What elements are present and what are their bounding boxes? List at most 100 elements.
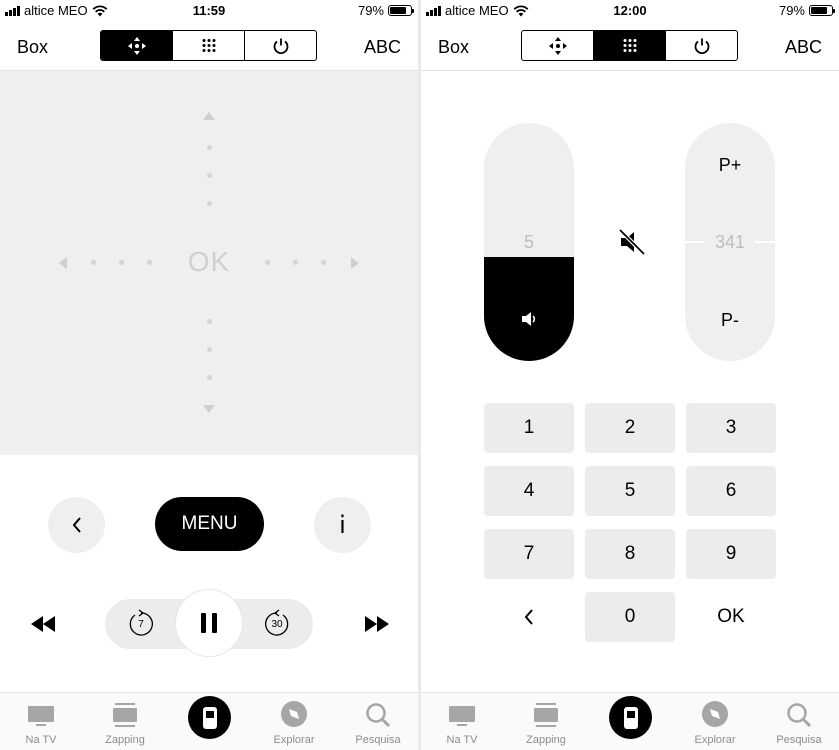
box-button[interactable]: Box — [17, 37, 48, 58]
tv-icon — [28, 706, 54, 726]
move-arrows-icon — [127, 36, 146, 55]
volume-down-button[interactable] — [484, 257, 574, 361]
remote-icon — [623, 706, 638, 729]
tab-label: Zapping — [105, 734, 145, 746]
battery-percent: 79% — [357, 3, 384, 18]
channel-divider-right — [755, 241, 775, 243]
battery-icon — [388, 5, 414, 16]
skip-forward-button[interactable]: 30 — [262, 609, 292, 639]
status-bar: altice MEO 11:59 79% — [0, 0, 418, 22]
key-ok[interactable]: OK — [686, 592, 776, 642]
remote-icon — [202, 706, 217, 729]
battery-status: 79% — [778, 3, 835, 18]
mute-button[interactable] — [617, 227, 647, 257]
info-label: i — [339, 511, 346, 539]
tab-remote[interactable] — [188, 696, 231, 739]
pause-button[interactable] — [175, 589, 243, 657]
compass-icon — [281, 701, 307, 727]
tab-na-tv[interactable]: Na TV — [427, 693, 497, 750]
key-6[interactable]: 6 — [686, 466, 776, 516]
tab-label: Na TV — [446, 734, 478, 746]
guide-dot — [207, 347, 212, 352]
back-button[interactable] — [48, 497, 105, 553]
tab-pesquisa[interactable]: Pesquisa — [764, 693, 834, 750]
chevron-left-icon — [524, 609, 533, 625]
key-1[interactable]: 1 — [484, 403, 574, 453]
mode-power-tab[interactable] — [666, 31, 737, 60]
tab-label: Explorar — [273, 734, 315, 746]
key-2[interactable]: 2 — [585, 403, 675, 453]
top-nav: Box ABC — [421, 22, 839, 71]
guide-dot — [207, 201, 212, 206]
guide-dot — [207, 375, 212, 380]
top-nav: Box ABC — [0, 22, 418, 71]
speaker-icon — [522, 312, 536, 326]
mute-icon — [618, 228, 646, 256]
move-arrows-icon — [548, 36, 567, 55]
keypad-grid-icon — [202, 38, 215, 54]
search-icon — [366, 703, 391, 728]
key-3[interactable]: 3 — [686, 403, 776, 453]
key-back[interactable] — [484, 592, 574, 642]
touchpad-ok-label: OK — [187, 246, 231, 277]
arrow-down-icon — [203, 405, 215, 413]
status-bar: altice MEO 12:00 79% — [421, 0, 839, 22]
tab-label: Pesquisa — [776, 734, 822, 746]
power-icon — [694, 38, 709, 54]
key-9[interactable]: 9 — [686, 529, 776, 579]
tab-explorar[interactable]: Explorar — [680, 693, 750, 750]
search-icon — [787, 703, 812, 728]
info-button[interactable]: i — [314, 497, 371, 553]
guide-dot — [207, 173, 212, 178]
tv-icon — [449, 706, 475, 726]
rewind-icon — [31, 616, 55, 632]
key-0[interactable]: 0 — [585, 592, 675, 642]
touchpad[interactable]: OK — [0, 71, 418, 455]
key-7[interactable]: 7 — [484, 529, 574, 579]
clock: 11:59 — [192, 3, 226, 18]
volume-control[interactable]: 5 — [484, 123, 574, 361]
zapping-icon — [113, 703, 137, 727]
channel-up-button[interactable]: P+ — [685, 155, 775, 176]
channel-down-button[interactable]: P- — [685, 310, 775, 331]
arrow-up-icon — [203, 112, 215, 120]
fast-forward-button[interactable] — [362, 612, 392, 636]
mode-power-tab[interactable] — [245, 31, 316, 60]
battery-percent: 79% — [778, 3, 805, 18]
tab-explorar[interactable]: Explorar — [259, 693, 329, 750]
tab-zapping[interactable]: Zapping — [511, 693, 581, 750]
remote-mode-selector — [521, 30, 738, 61]
remote-keypad-screen: altice MEO 12:00 79% Box ABC 5 P+ 341 P-… — [421, 0, 839, 750]
mode-navigation-tab[interactable] — [522, 31, 594, 60]
battery-status: 79% — [357, 3, 414, 18]
tab-na-tv[interactable]: Na TV — [6, 693, 76, 750]
rewind-button[interactable] — [28, 612, 58, 636]
box-button[interactable]: Box — [438, 37, 469, 58]
tab-remote[interactable] — [609, 696, 652, 739]
tab-zapping[interactable]: Zapping — [90, 693, 160, 750]
fast-forward-icon — [365, 616, 389, 632]
key-4[interactable]: 4 — [484, 466, 574, 516]
tab-label: Explorar — [694, 734, 736, 746]
channel-control: P+ 341 P- — [685, 123, 775, 361]
remote-navigation-screen: altice MEO 11:59 79% Box ABC OK MENU i 7… — [0, 0, 418, 750]
clock: 12:00 — [613, 3, 647, 18]
keypad-grid-icon — [623, 38, 636, 52]
mode-keypad-tab[interactable] — [594, 31, 666, 60]
mode-navigation-tab[interactable] — [101, 31, 173, 60]
pause-icon — [201, 613, 217, 633]
menu-button[interactable]: MENU — [155, 497, 264, 551]
abc-button[interactable]: ABC — [364, 37, 401, 58]
mode-keypad-tab[interactable] — [173, 31, 245, 60]
abc-button[interactable]: ABC — [785, 37, 822, 58]
volume-value: 5 — [523, 232, 534, 252]
remote-mode-selector — [100, 30, 317, 61]
power-icon — [273, 38, 288, 54]
key-5[interactable]: 5 — [585, 466, 675, 516]
skip-back-button[interactable]: 7 — [126, 609, 156, 639]
skip-forward-seconds: 30 — [271, 619, 283, 630]
tab-pesquisa[interactable]: Pesquisa — [343, 693, 413, 750]
compass-icon — [702, 701, 728, 727]
chevron-left-icon — [72, 517, 81, 533]
key-8[interactable]: 8 — [585, 529, 675, 579]
